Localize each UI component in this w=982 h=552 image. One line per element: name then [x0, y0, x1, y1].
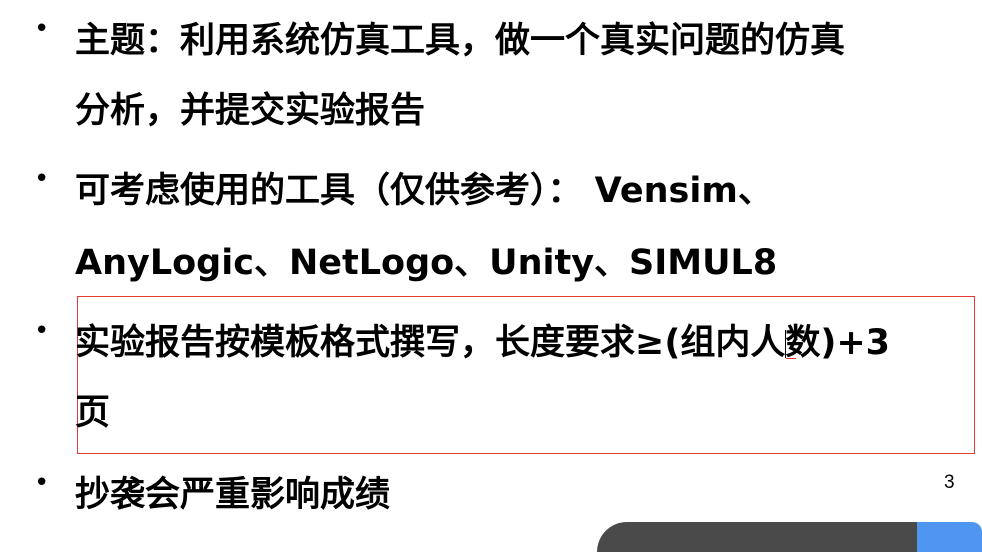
- bullet-icon: •: [34, 164, 50, 194]
- page-number: 3: [944, 472, 955, 493]
- bullet-icon: •: [34, 14, 50, 44]
- bullet-2-line-2: AnyLogic、NetLogo、Unity、SIMUL8: [75, 243, 778, 283]
- bullet-1-line-1: 主题：利用系统仿真工具，做一个真实问题的仿真: [75, 21, 846, 61]
- toolbar-action-button[interactable]: [917, 522, 982, 552]
- bullet-4-line-1: 抄袭会严重影响成绩: [75, 475, 391, 515]
- bullet-3-line-1[interactable]: 实验报告按模板格式撰写，长度要求≥(组内人数)+3: [75, 314, 890, 365]
- bullet-1-line-2: 分析，并提交实验报告: [75, 91, 426, 131]
- bullet-2-line-1: 可考虑使用的工具（仅供参考）： Vensim、: [75, 171, 773, 211]
- bullet-3-line-2[interactable]: 页: [75, 384, 110, 435]
- text-cursor: [785, 330, 786, 358]
- presenter-toolbar[interactable]: [597, 522, 917, 552]
- spellcheck-mark: [786, 358, 796, 359]
- bullet-icon: •: [34, 468, 50, 498]
- bullet-icon: •: [34, 316, 50, 346]
